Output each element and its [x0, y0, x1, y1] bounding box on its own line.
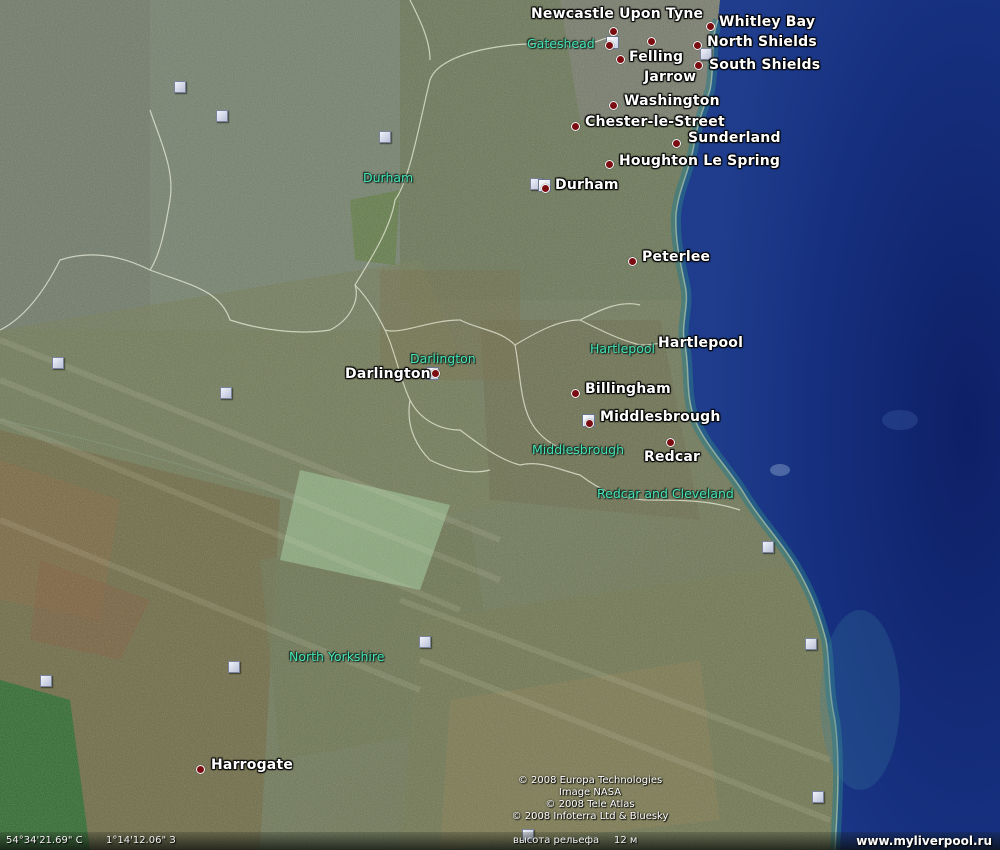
map-attribution: © 2008 Europa Technologies Image NASA © … [505, 775, 675, 823]
photo-marker-icon[interactable] [419, 636, 431, 648]
photo-marker-icon[interactable] [805, 638, 817, 650]
city-dot-icon[interactable] [647, 37, 656, 46]
city-label-redcar[interactable]: Redcar [644, 449, 700, 465]
city-label-harrogate[interactable]: Harrogate [211, 757, 293, 773]
city-dot-icon[interactable] [609, 27, 618, 36]
photo-marker-icon[interactable] [216, 110, 228, 122]
city-label-jarrow[interactable]: Jarrow [644, 69, 696, 85]
city-label-darlington[interactable]: Darlington [345, 366, 431, 382]
photo-marker-icon[interactable] [812, 791, 824, 803]
city-label-whitley-bay[interactable]: Whitley Bay [719, 14, 815, 30]
city-label-washington[interactable]: Washington [624, 93, 720, 109]
elevation-value: 12 м [614, 835, 638, 846]
city-label-newcastle-upon-tyne[interactable]: Newcastle Upon Tyne [531, 6, 703, 22]
city-label-durham[interactable]: Durham [555, 177, 619, 193]
watermark: www.myliverpool.ru [856, 834, 992, 848]
city-label-peterlee[interactable]: Peterlee [642, 249, 710, 265]
city-label-houghton-le-spring[interactable]: Houghton Le Spring [619, 153, 780, 169]
photo-marker-icon[interactable] [174, 81, 186, 93]
city-dot-icon[interactable] [628, 257, 637, 266]
city-dot-icon[interactable] [585, 419, 594, 428]
city-dot-icon[interactable] [605, 160, 614, 169]
region-label-durham[interactable]: Durham [363, 170, 413, 185]
city-dot-icon[interactable] [541, 184, 550, 193]
photo-marker-icon[interactable] [220, 387, 232, 399]
city-dot-icon[interactable] [571, 389, 580, 398]
city-label-billingham[interactable]: Billingham [585, 381, 671, 397]
city-dot-icon[interactable] [431, 369, 440, 378]
photo-marker-icon[interactable] [228, 661, 240, 673]
photo-marker-icon[interactable] [379, 131, 391, 143]
photo-marker-icon[interactable] [52, 357, 64, 369]
attribution-line: © 2008 Tele Atlas [545, 799, 635, 810]
city-label-south-shields[interactable]: South Shields [709, 57, 820, 73]
city-label-chester-le-street[interactable]: Chester-le-Street [585, 114, 725, 130]
region-label-redcar-and-cleveland[interactable]: Redcar and Cleveland [597, 486, 734, 501]
attribution-line: © 2008 Europa Technologies [517, 775, 663, 786]
elevation-label: высота рельефа [513, 835, 600, 846]
city-dot-icon[interactable] [605, 41, 614, 50]
region-label-gateshead[interactable]: Gateshead [527, 36, 595, 51]
attribution-line: Image NASA [558, 787, 622, 798]
latitude-readout: 54°34'21.69" С [6, 835, 83, 846]
map-view[interactable]: Newcastle Upon Tyne Whitley Bay North Sh… [0, 0, 1000, 850]
city-label-sunderland[interactable]: Sunderland [688, 130, 781, 146]
city-label-middlesbrough[interactable]: Middlesbrough [600, 409, 721, 425]
city-dot-icon[interactable] [672, 139, 681, 148]
region-label-middlesbrough[interactable]: Middlesbrough [532, 442, 624, 457]
satellite-terrain [0, 0, 1000, 850]
city-dot-icon[interactable] [693, 41, 702, 50]
city-label-felling[interactable]: Felling [629, 49, 683, 65]
city-dot-icon[interactable] [196, 765, 205, 774]
city-dot-icon[interactable] [666, 438, 675, 447]
attribution-line: © 2008 Infoterra Ltd & Bluesky [511, 811, 669, 822]
region-label-hartlepool[interactable]: Hartlepool [590, 341, 655, 356]
city-dot-icon[interactable] [706, 22, 715, 31]
city-dot-icon[interactable] [571, 122, 580, 131]
city-label-hartlepool[interactable]: Hartlepool [658, 335, 743, 351]
longitude-readout: 1°14'12.06" З [106, 835, 176, 846]
photo-marker-icon[interactable] [762, 541, 774, 553]
photo-marker-icon[interactable] [40, 675, 52, 687]
city-label-north-shields[interactable]: North Shields [707, 34, 817, 50]
city-dot-icon[interactable] [609, 101, 618, 110]
city-dot-icon[interactable] [616, 55, 625, 64]
region-label-north-yorkshire[interactable]: North Yorkshire [289, 649, 384, 664]
region-label-darlington[interactable]: Darlington [410, 351, 476, 366]
